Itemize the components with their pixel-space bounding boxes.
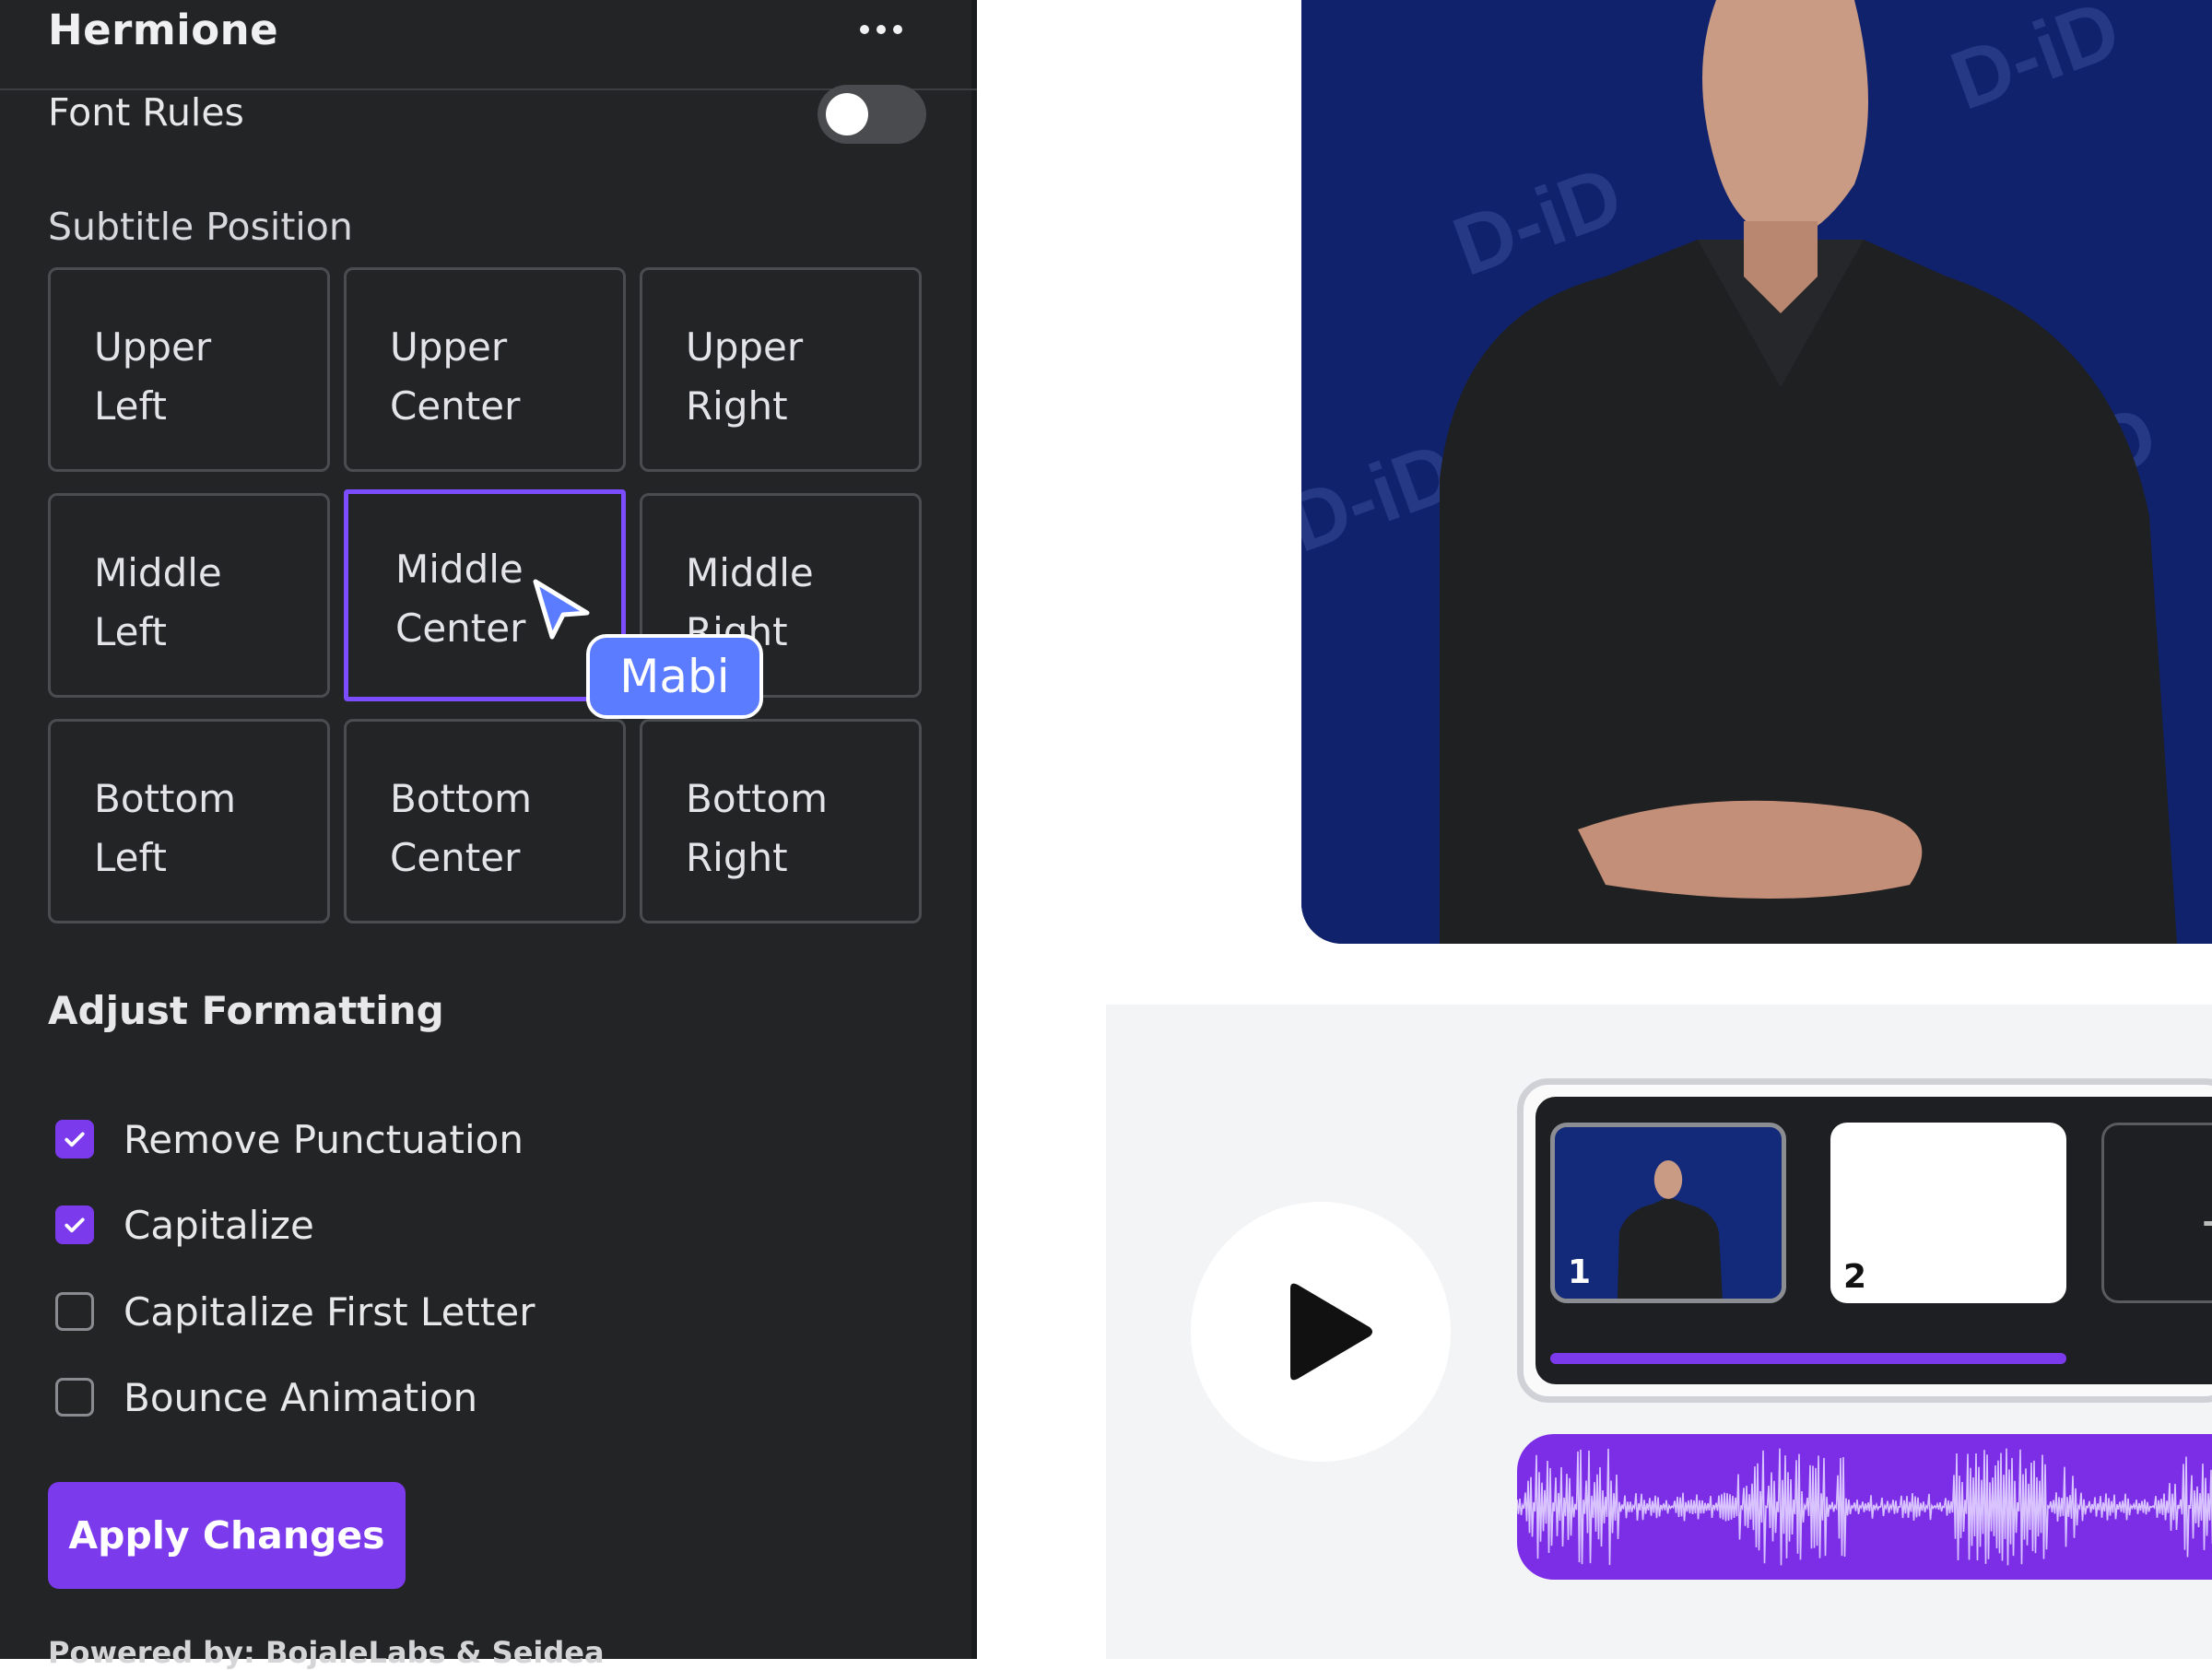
- option-remove-punctuation[interactable]: Remove Punctuation: [55, 1116, 524, 1162]
- app-title: Hermione: [48, 6, 279, 54]
- option-label: Capitalize: [124, 1202, 314, 1248]
- position-upper-right[interactable]: Upper Right: [640, 267, 922, 472]
- position-upper-left[interactable]: Upper Left: [48, 267, 330, 472]
- toggle-knob: [826, 93, 868, 135]
- option-capitalize[interactable]: Capitalize: [55, 1202, 314, 1248]
- position-bottom-center[interactable]: Bottom Center: [344, 719, 626, 923]
- panel-divider: [971, 0, 977, 1659]
- adjust-formatting-title: Adjust Formatting: [48, 988, 444, 1033]
- checkbox-checked[interactable]: [55, 1120, 94, 1158]
- checkbox-checked[interactable]: [55, 1205, 94, 1244]
- checkbox-unchecked[interactable]: [55, 1378, 94, 1417]
- scene-number: 2: [1843, 1258, 1867, 1296]
- option-label: Remove Punctuation: [124, 1116, 524, 1162]
- more-options-icon[interactable]: [848, 9, 914, 50]
- font-rules-label: Font Rules: [48, 90, 244, 135]
- playback-progress-bar[interactable]: [1550, 1353, 2066, 1364]
- position-bottom-left[interactable]: Bottom Left: [48, 719, 330, 923]
- collaborator-name-tag: Mabi: [586, 634, 763, 719]
- play-button[interactable]: [1191, 1202, 1451, 1462]
- font-rules-toggle[interactable]: [818, 85, 926, 144]
- subtitle-settings-panel: Hermione Font Rules Subtitle Position Up…: [0, 0, 977, 1670]
- powered-by-footer: Powered by: BojaleLabs & Seidea: [48, 1635, 605, 1670]
- position-bottom-right[interactable]: Bottom Right: [640, 719, 922, 923]
- position-upper-center[interactable]: Upper Center: [344, 267, 626, 472]
- video-preview[interactable]: D-iD D-iD D-iD D-iD D-iD: [1301, 0, 2212, 944]
- check-icon: [65, 1217, 85, 1233]
- add-scene-button[interactable]: +: [2101, 1123, 2212, 1303]
- option-bounce-animation[interactable]: Bounce Animation: [55, 1374, 477, 1420]
- audio-waveform: [1517, 1448, 2212, 1566]
- option-label: Capitalize First Letter: [124, 1288, 535, 1335]
- collaborator-cursor-icon: [533, 579, 590, 640]
- position-middle-left[interactable]: Middle Left: [48, 493, 330, 698]
- check-icon: [65, 1132, 85, 1147]
- waveform-line: [1517, 1448, 2212, 1566]
- scene-number: 1: [1568, 1253, 1592, 1291]
- subtitle-position-label: Subtitle Position: [48, 205, 353, 249]
- play-icon: [1290, 1283, 1372, 1381]
- option-capitalize-first-letter[interactable]: Capitalize First Letter: [55, 1288, 535, 1335]
- scene-thumbnail-2[interactable]: 2: [1830, 1123, 2066, 1303]
- audio-track[interactable]: [1517, 1434, 2212, 1580]
- panel-header: Hermione: [0, 0, 977, 90]
- scene-thumbnail-1[interactable]: 1: [1550, 1123, 1786, 1303]
- apply-changes-button[interactable]: Apply Changes: [48, 1482, 406, 1589]
- presenter-video-frame: D-iD D-iD D-iD D-iD D-iD: [1301, 0, 2212, 944]
- option-label: Bounce Animation: [124, 1374, 478, 1420]
- checkbox-unchecked[interactable]: [55, 1292, 94, 1331]
- add-icon: +: [2198, 1190, 2212, 1254]
